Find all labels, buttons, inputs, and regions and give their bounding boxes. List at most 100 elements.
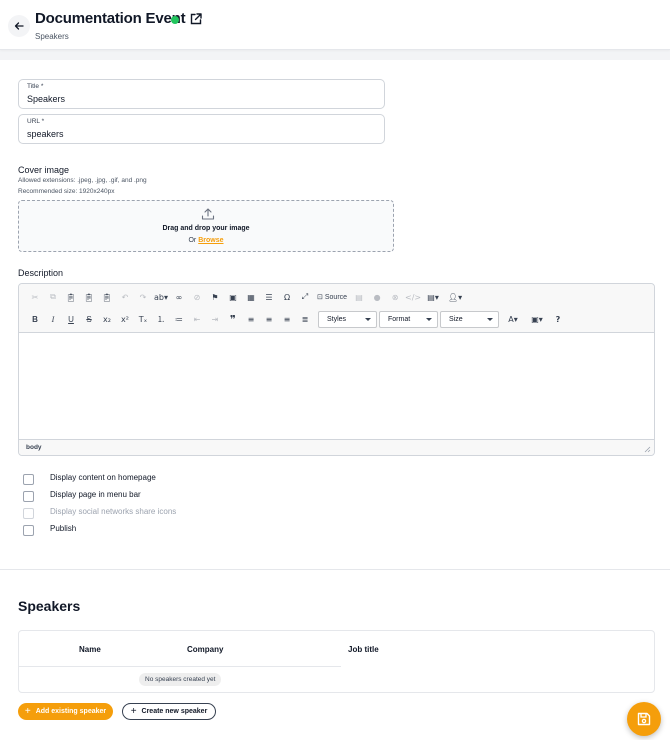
editor-content-area[interactable] — [19, 333, 654, 441]
bold-icon[interactable]: B — [26, 310, 44, 328]
background-color-icon[interactable]: ▣▾ — [525, 310, 549, 328]
external-link-icon[interactable] — [189, 12, 203, 26]
option-label: Display content on homepage — [50, 473, 156, 482]
italic-icon[interactable]: I — [44, 310, 62, 328]
align-justify-icon[interactable]: ≣ — [296, 310, 314, 328]
plus-icon: + — [130, 706, 137, 717]
anchor-flag-icon[interactable]: ⚑ — [206, 288, 224, 306]
paste-text-icon[interactable]: 📋︎ — [80, 288, 98, 306]
comment-icon[interactable]: ● — [368, 288, 386, 306]
numbered-list-icon[interactable]: ⒈ — [152, 310, 170, 328]
chevron-down-icon — [426, 317, 432, 321]
browse-link[interactable]: Browse — [198, 237, 223, 244]
cover-extensions-hint: Allowed extensions: .jpeg, .jpg, .gif, a… — [18, 177, 147, 184]
link-icon[interactable]: ∞ — [170, 288, 188, 306]
save-button[interactable] — [627, 702, 661, 736]
toolbar-row-1: ✂ ⧉ 📋︎ 📋︎ 📋︎ ↶ ↷ ab▾ ∞ ⊘ ⚑ ▣ ▦ ☰ Ω ⤢ ⊡ S… — [26, 288, 466, 306]
paste-word-icon[interactable]: 📋︎ — [98, 288, 116, 306]
outdent-icon[interactable]: ⇤ — [188, 310, 206, 328]
upload-icon — [201, 208, 215, 220]
bulleted-list-icon[interactable]: ≔ — [170, 310, 188, 328]
preview-icon[interactable]: ▤ — [350, 288, 368, 306]
cut-icon[interactable]: ✂ — [26, 288, 44, 306]
resize-grip-icon[interactable] — [644, 446, 651, 453]
speakers-title: Speakers — [18, 598, 81, 614]
subscript-icon[interactable]: x₂ — [98, 310, 116, 328]
url-input[interactable] — [27, 129, 367, 139]
editor-status-bar: body — [19, 439, 654, 455]
text-color-icon[interactable]: A▾ — [501, 310, 525, 328]
dropzone-text: Drag and drop your image — [162, 225, 250, 232]
source-label: Source — [324, 293, 348, 301]
indent-icon[interactable]: ⇥ — [206, 310, 224, 328]
source-button[interactable]: ⊡ Source — [314, 288, 350, 306]
toolbar-row-2: B I U S x₂ x² Tₓ ⒈ ≔ ⇤ ⇥ ❞ ≡ ≡ ≡ ≣ Style… — [26, 310, 567, 328]
blockquote-icon[interactable]: ❞ — [224, 310, 242, 328]
add-existing-speaker-button[interactable]: + Add existing speaker — [18, 703, 113, 720]
remove-format-icon[interactable]: Tₓ — [134, 310, 152, 328]
horizontal-line-icon[interactable]: ☰ — [260, 288, 278, 306]
column-header-company[interactable]: Company — [187, 645, 223, 654]
spellcheck-icon[interactable]: ab▾ — [152, 288, 170, 306]
title-field[interactable]: Title * — [18, 79, 385, 109]
styles-dropdown[interactable]: Styles — [318, 310, 377, 328]
checkbox[interactable] — [23, 473, 34, 485]
format-dropdown[interactable]: Format — [379, 310, 438, 328]
create-new-speaker-button[interactable]: + Create new speaker — [122, 703, 216, 720]
title-input[interactable] — [27, 94, 367, 104]
table-header-divider — [19, 666, 341, 667]
chevron-down-icon — [487, 317, 493, 321]
option-share-icons: Display social networks share icons — [23, 507, 176, 519]
code-icon[interactable]: </> — [404, 288, 422, 306]
editor-toolbar: ✂ ⧉ 📋︎ 📋︎ 📋︎ ↶ ↷ ab▾ ∞ ⊘ ⚑ ▣ ▦ ☰ Ω ⤢ ⊡ S… — [19, 284, 654, 333]
url-field[interactable]: URL * — [18, 114, 385, 144]
option-publish[interactable]: Publish — [23, 524, 76, 536]
user-menu-icon[interactable]: 👤︎▾ — [444, 288, 466, 306]
paste-icon[interactable]: 📋︎ — [62, 288, 80, 306]
option-label: Display social networks share icons — [50, 507, 177, 516]
checkbox[interactable] — [23, 524, 34, 536]
checkbox[interactable] — [23, 490, 34, 502]
align-right-icon[interactable]: ≡ — [278, 310, 296, 328]
comment-off-icon[interactable]: ⊗ — [386, 288, 404, 306]
option-display-homepage[interactable]: Display content on homepage — [23, 473, 156, 485]
align-center-icon[interactable]: ≡ — [260, 310, 278, 328]
status-indicator — [171, 16, 179, 24]
empty-state-badge: No speakers created yet — [139, 673, 222, 686]
undo-icon[interactable]: ↶ — [116, 288, 134, 306]
save-icon — [637, 712, 651, 726]
size-dropdown[interactable]: Size — [440, 310, 499, 328]
superscript-icon[interactable]: x² — [116, 310, 134, 328]
underline-icon[interactable]: U — [62, 310, 80, 328]
source-icon: ⊡ — [317, 294, 323, 301]
align-left-icon[interactable]: ≡ — [242, 310, 260, 328]
description-label: Description — [18, 268, 64, 278]
unlink-icon[interactable]: ⊘ — [188, 288, 206, 306]
image-icon[interactable]: ▣ — [224, 288, 242, 306]
redo-icon[interactable]: ↷ — [134, 288, 152, 306]
styles-dropdown-label: Styles — [327, 315, 347, 323]
page-title: Documentation Event — [35, 10, 186, 27]
section-divider — [0, 569, 670, 570]
option-display-menu-bar[interactable]: Display page in menu bar — [23, 490, 141, 502]
strikethrough-icon[interactable]: S — [80, 310, 98, 328]
column-header-name[interactable]: Name — [79, 645, 101, 654]
rich-text-editor: ✂ ⧉ 📋︎ 📋︎ 📋︎ ↶ ↷ ab▾ ∞ ⊘ ⚑ ▣ ▦ ☰ Ω ⤢ ⊡ S… — [18, 283, 655, 456]
speakers-table: Name Company Job title No speakers creat… — [18, 630, 655, 693]
image-dropzone[interactable]: Drag and drop your image Or Browse — [18, 200, 394, 252]
column-header-job-title[interactable]: Job title — [348, 645, 379, 654]
chevron-down-icon — [365, 317, 371, 321]
table-icon[interactable]: ▦ — [242, 288, 260, 306]
element-path[interactable]: body — [26, 444, 42, 451]
help-icon[interactable]: ? — [549, 310, 567, 328]
dropzone-or-line: Or Browse — [19, 237, 393, 244]
create-new-speaker-label: Create new speaker — [141, 708, 208, 715]
template-icon[interactable]: ▤▾ — [422, 288, 444, 306]
or-text: Or — [188, 237, 197, 244]
special-char-icon[interactable]: Ω — [278, 288, 296, 306]
breadcrumb: Speakers — [35, 32, 69, 41]
cover-image-label: Cover image — [18, 165, 70, 175]
copy-icon[interactable]: ⧉ — [44, 288, 62, 306]
back-button[interactable] — [8, 15, 30, 37]
maximize-icon[interactable]: ⤢ — [296, 288, 314, 306]
